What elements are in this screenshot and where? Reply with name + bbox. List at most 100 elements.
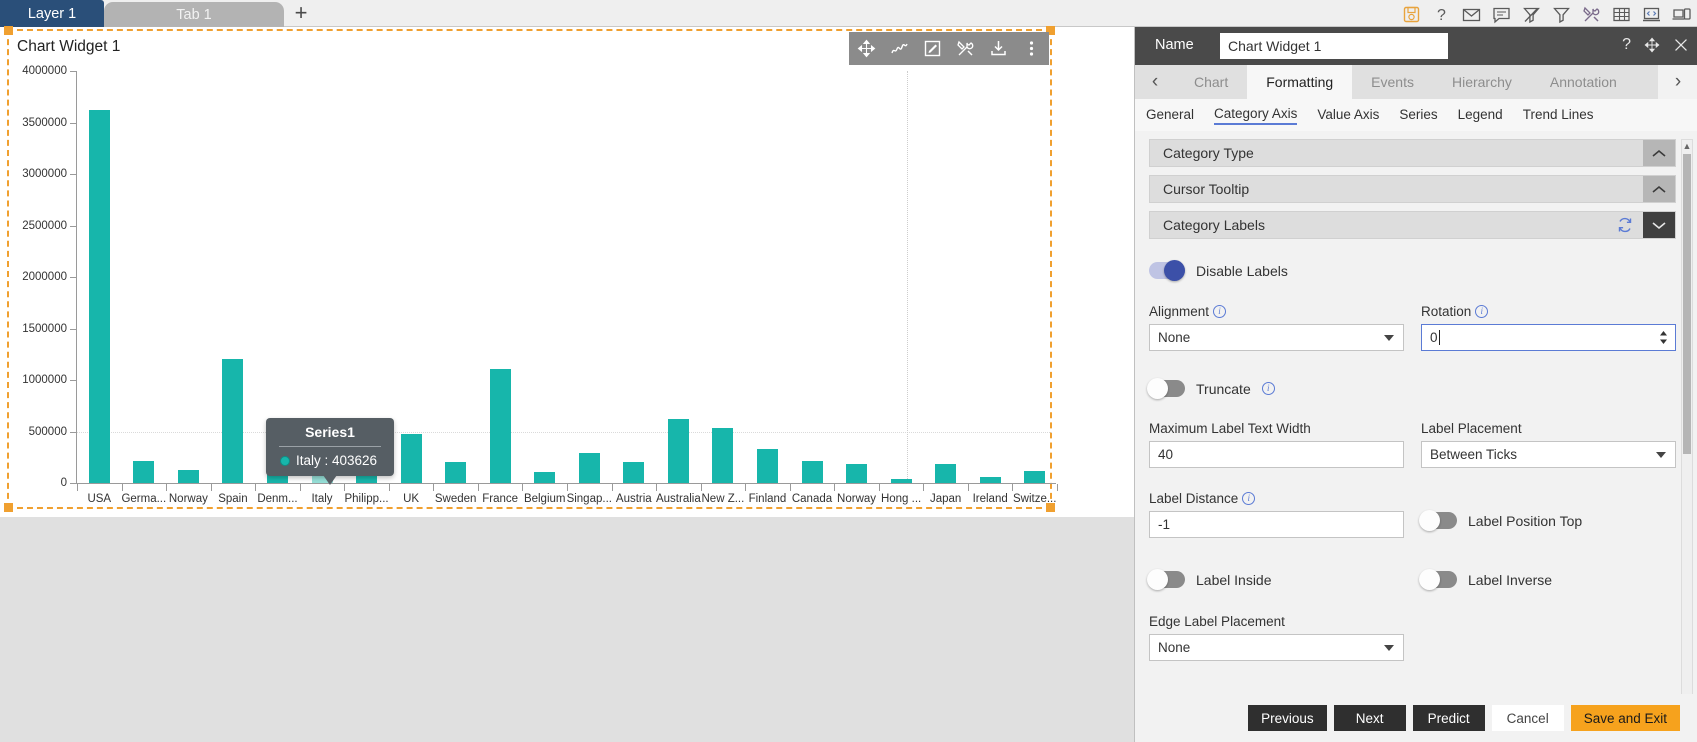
widget-name-input[interactable] (1220, 33, 1448, 59)
resize-handle-top-left[interactable] (4, 26, 13, 35)
device-icon[interactable] (1672, 5, 1691, 24)
label-inside-toggle[interactable] (1147, 569, 1185, 590)
close-icon[interactable] (1673, 37, 1689, 53)
scroll-up-arrow-icon[interactable]: ▲ (1682, 140, 1692, 152)
accordion-category-labels[interactable]: Category Labels (1149, 211, 1676, 239)
label-distance-input[interactable]: -1 (1149, 511, 1404, 538)
tools-icon[interactable] (1582, 5, 1601, 24)
mail-icon[interactable] (1462, 5, 1481, 24)
bar[interactable] (935, 464, 957, 483)
category-axis-tick (1057, 484, 1058, 491)
panel-tab-events[interactable]: Events (1352, 65, 1433, 99)
save-and-exit-button[interactable]: Save and Exit (1570, 705, 1680, 731)
edge-label-placement-select[interactable]: None (1149, 634, 1404, 661)
tools-icon[interactable] (956, 39, 975, 58)
panel-subtab-trend-lines[interactable]: Trend Lines (1523, 107, 1594, 124)
info-icon[interactable]: i (1475, 305, 1489, 318)
code-icon[interactable] (1642, 5, 1661, 24)
canvas-empty-area[interactable] (0, 517, 1134, 742)
bar[interactable] (534, 471, 556, 483)
info-icon[interactable]: i (1213, 305, 1227, 318)
tabs-scroll-right-button[interactable]: › (1658, 65, 1697, 99)
alignment-select[interactable]: None (1149, 324, 1404, 351)
download-icon[interactable] (989, 39, 1008, 58)
bar[interactable] (667, 419, 689, 483)
label-position-top-toggle[interactable] (1419, 510, 1457, 531)
truncate-label: Truncate (1196, 380, 1251, 397)
chevron-up-icon[interactable] (1643, 176, 1675, 202)
panel-subtab-general[interactable]: General (1146, 107, 1194, 124)
value-axis-tick (70, 174, 77, 175)
rotation-spinner[interactable]: 0 (1421, 324, 1676, 351)
spinner-arrows-icon[interactable] (1659, 330, 1668, 345)
design-canvas[interactable]: Chart Widget 1 0 500000 1000000 1500000 … (0, 26, 1134, 742)
filter-icon[interactable] (1552, 5, 1571, 24)
chevron-up-icon[interactable] (1643, 140, 1675, 166)
max-label-text-width-input[interactable]: 40 (1149, 441, 1404, 468)
bar[interactable] (623, 462, 645, 483)
add-tab-button[interactable]: + (288, 1, 314, 27)
bar[interactable] (88, 110, 110, 483)
bar[interactable] (712, 427, 734, 483)
bar[interactable] (756, 449, 778, 483)
predict-button[interactable]: Predict (1412, 705, 1485, 731)
cancel-button[interactable]: Cancel (1491, 705, 1564, 731)
bar[interactable] (801, 460, 823, 483)
panel-tab-annotation[interactable]: Annotation (1531, 65, 1636, 99)
move-icon[interactable] (1644, 37, 1660, 53)
panel-tab-hierarchy[interactable]: Hierarchy (1433, 65, 1531, 99)
label-placement-select[interactable]: Between Ticks (1421, 441, 1676, 468)
bar[interactable] (578, 453, 600, 483)
label-inverse-toggle[interactable] (1419, 569, 1457, 590)
bar[interactable] (979, 477, 1001, 483)
tabs-scroll-left-button[interactable]: ‹ (1135, 65, 1175, 99)
chart-widget[interactable]: Chart Widget 1 0 500000 1000000 1500000 … (4, 26, 1058, 512)
previous-button[interactable]: Previous (1248, 705, 1327, 731)
bar[interactable] (133, 461, 155, 483)
bar[interactable] (1024, 470, 1046, 483)
move-icon[interactable] (857, 39, 876, 58)
bar[interactable] (177, 470, 199, 483)
filter-off-icon[interactable] (1522, 5, 1541, 24)
bar-chart[interactable]: 0 500000 1000000 1500000 2000000 2500000 30000… (9, 63, 1058, 507)
bar[interactable] (222, 358, 244, 483)
tab-layer-1[interactable]: Layer 1 (0, 0, 104, 27)
panel-subtab-value-axis[interactable]: Value Axis (1317, 107, 1379, 124)
panel-scrollbar[interactable]: ▲ ▼ (1681, 139, 1693, 707)
panel-subtab-legend[interactable]: Legend (1458, 107, 1503, 124)
tab-tab-1[interactable]: Tab 1 (104, 2, 284, 27)
edit-icon[interactable] (923, 39, 942, 58)
comment-icon[interactable] (1492, 5, 1511, 24)
help-icon[interactable]: ? (1432, 5, 1451, 24)
bar[interactable] (445, 462, 467, 483)
category-axis-label: USA (87, 493, 112, 505)
panel-tab-chart[interactable]: Chart (1175, 65, 1247, 99)
info-icon[interactable]: i (1261, 382, 1275, 395)
refresh-icon[interactable] (1617, 217, 1633, 238)
category-axis-tick (477, 484, 479, 491)
tooltip-pointer (323, 475, 337, 485)
truncate-toggle[interactable] (1147, 378, 1185, 399)
label-placement-value: Between Ticks (1430, 447, 1518, 462)
table-icon[interactable] (1612, 5, 1631, 24)
info-icon[interactable]: i (1242, 492, 1256, 505)
disable-labels-toggle[interactable] (1149, 260, 1185, 281)
name-field-label: Name (1155, 37, 1194, 53)
properties-panel: Name ? ‹ Chart Formatting Events Hierarchy A… (1134, 27, 1697, 742)
panel-subtab-category-axis[interactable]: Category Axis (1214, 106, 1298, 125)
more-vertical-icon[interactable] (1022, 39, 1041, 58)
next-button[interactable]: Next (1333, 705, 1406, 731)
panel-scrollbar-thumb[interactable] (1683, 154, 1691, 454)
accordion-category-type[interactable]: Category Type (1149, 139, 1676, 167)
chevron-down-icon[interactable] (1643, 212, 1675, 238)
accordion-cursor-tooltip[interactable]: Cursor Tooltip (1149, 175, 1676, 203)
bar[interactable] (400, 433, 422, 483)
bar[interactable] (489, 368, 511, 483)
help-icon[interactable]: ? (1622, 36, 1631, 54)
save-icon[interactable] (1402, 5, 1421, 24)
trend-icon[interactable] (890, 39, 909, 58)
panel-tab-formatting[interactable]: Formatting (1247, 65, 1353, 99)
panel-subtab-series[interactable]: Series (1399, 107, 1437, 124)
bar[interactable] (846, 464, 868, 483)
bar[interactable] (890, 478, 912, 483)
